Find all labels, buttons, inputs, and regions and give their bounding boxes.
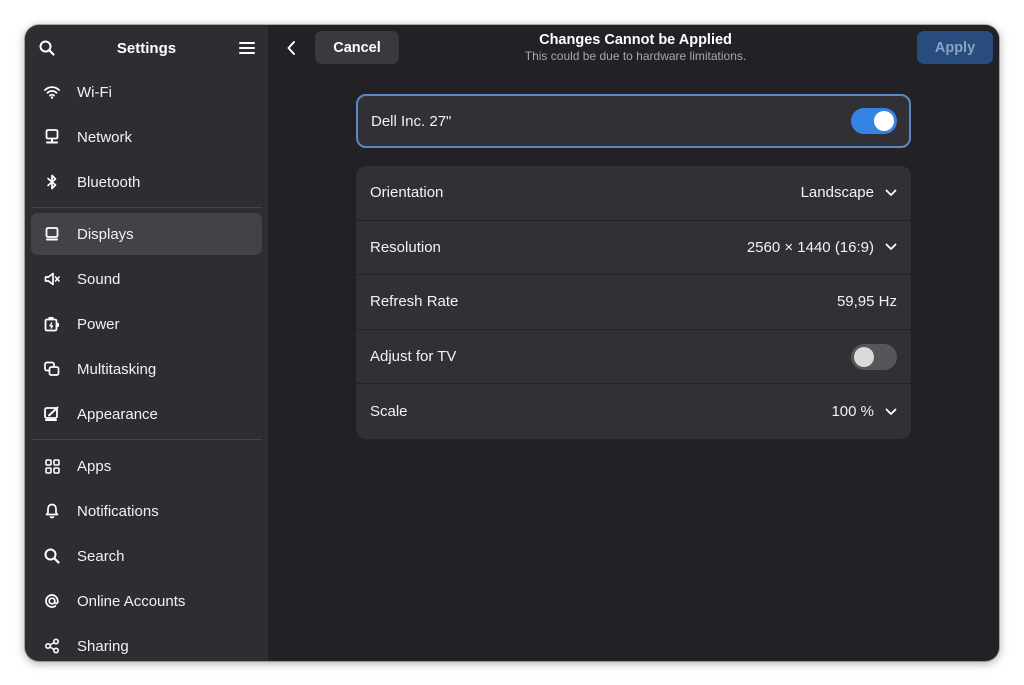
switch-knob xyxy=(874,111,894,131)
display-settings-list: Orientation Landscape Resolution 2560 × … xyxy=(356,166,911,439)
bluetooth-icon xyxy=(44,174,60,190)
wifi-icon xyxy=(44,84,60,100)
header-title-block: Changes Cannot be Applied This could be … xyxy=(268,32,999,64)
adjust-tv-row[interactable]: Adjust for TV xyxy=(356,330,911,385)
sidebar-separator xyxy=(31,439,262,440)
sidebar-item-label: Multitasking xyxy=(77,360,157,378)
power-icon xyxy=(44,316,60,332)
sidebar-item-power[interactable]: Power xyxy=(31,303,262,345)
search-icon xyxy=(44,548,60,564)
sidebar-item-appearance[interactable]: Appearance xyxy=(31,393,262,435)
sidebar: Settings Wi-Fi Network Bluetooth Display… xyxy=(25,25,268,661)
page-subtitle: This could be due to hardware limitation… xyxy=(524,49,747,63)
refresh-rate-label: Refresh Rate xyxy=(370,293,459,311)
monitor-name: Dell Inc. 27" xyxy=(371,112,452,130)
sidebar-item-label: Appearance xyxy=(77,405,158,423)
chevron-down-icon xyxy=(885,187,897,199)
orientation-value: Landscape xyxy=(800,184,874,202)
refresh-rate-value: 59,95 Hz xyxy=(836,293,897,311)
chevron-down-icon xyxy=(885,241,897,253)
orientation-dropdown[interactable]: Landscape xyxy=(801,184,897,201)
sidebar-item-label: Sound xyxy=(77,270,121,288)
search-button[interactable] xyxy=(32,33,62,63)
monitor-card: Dell Inc. 27" xyxy=(356,94,911,148)
orientation-row[interactable]: Orientation Landscape xyxy=(356,166,911,221)
adjust-tv-label: Adjust for TV xyxy=(370,348,457,366)
sidebar-separator xyxy=(31,207,262,208)
sidebar-item-label: Online Accounts xyxy=(77,592,186,610)
refresh-rate-display: 59,95 Hz xyxy=(837,293,897,310)
resolution-dropdown[interactable]: 2560 × 1440 (16:9) xyxy=(747,239,897,256)
speaker-icon xyxy=(44,271,60,287)
scale-dropdown[interactable]: 100 % xyxy=(831,403,897,420)
page-title: Changes Cannot be Applied xyxy=(539,32,732,48)
scale-row[interactable]: Scale 100 % xyxy=(356,384,911,439)
resolution-row[interactable]: Resolution 2560 × 1440 (16:9) xyxy=(356,221,911,276)
sidebar-item-label: Sharing xyxy=(77,637,129,655)
hamburger-menu-icon xyxy=(239,41,255,55)
sidebar-item-notifications[interactable]: Notifications xyxy=(31,490,262,532)
search-icon xyxy=(39,40,55,56)
switch-knob xyxy=(854,346,874,367)
resolution-value: 2560 × 1440 (16:9) xyxy=(746,238,874,256)
bell-icon xyxy=(44,503,60,519)
resolution-label: Resolution xyxy=(370,238,441,256)
display-icon xyxy=(44,226,60,242)
sidebar-item-sharing[interactable]: Sharing xyxy=(31,625,262,661)
sidebar-item-search[interactable]: Search xyxy=(31,535,262,577)
sidebar-item-apps[interactable]: Apps xyxy=(31,445,262,487)
sidebar-item-label: Notifications xyxy=(77,502,159,520)
sidebar-item-label: Power xyxy=(77,315,120,333)
orientation-label: Orientation xyxy=(370,184,444,202)
network-icon xyxy=(44,129,60,145)
sidebar-item-online-accounts[interactable]: Online Accounts xyxy=(31,580,262,622)
appearance-icon xyxy=(44,406,60,422)
multitasking-icon xyxy=(44,361,60,377)
apply-button[interactable]: Apply xyxy=(917,31,993,64)
sidebar-item-label: Search xyxy=(77,547,125,565)
settings-window: Settings Wi-Fi Network Bluetooth Display… xyxy=(25,25,999,661)
scale-label: Scale xyxy=(370,403,408,421)
share-icon xyxy=(44,638,60,654)
sidebar-item-label: Apps xyxy=(77,457,112,475)
sidebar-item-network[interactable]: Network xyxy=(31,116,262,158)
sidebar-item-wifi[interactable]: Wi-Fi xyxy=(31,71,262,113)
header-bar: Cancel Changes Cannot be Applied This co… xyxy=(268,25,999,71)
sidebar-header: Settings xyxy=(25,25,268,71)
sidebar-list: Wi-Fi Network Bluetooth Displays Sound P… xyxy=(25,71,268,661)
chevron-down-icon xyxy=(885,406,897,418)
sidebar-item-label: Wi-Fi xyxy=(77,83,112,101)
sidebar-item-label: Displays xyxy=(77,225,134,243)
refresh-rate-row: Refresh Rate 59,95 Hz xyxy=(356,275,911,330)
sidebar-item-label: Bluetooth xyxy=(77,173,141,191)
scale-value: 100 % xyxy=(831,403,874,421)
sidebar-item-displays[interactable]: Displays xyxy=(31,213,262,255)
sidebar-title: Settings xyxy=(116,39,177,57)
displays-panel: Cancel Changes Cannot be Applied This co… xyxy=(268,25,999,661)
at-sign-icon xyxy=(44,593,60,609)
main-menu-button[interactable] xyxy=(232,33,262,63)
sidebar-item-label: Network xyxy=(77,128,133,146)
monitor-enable-switch[interactable] xyxy=(851,108,897,134)
sidebar-item-bluetooth[interactable]: Bluetooth xyxy=(31,161,262,203)
apps-grid-icon xyxy=(44,458,60,474)
sidebar-item-sound[interactable]: Sound xyxy=(31,258,262,300)
adjust-tv-switch[interactable] xyxy=(851,343,897,370)
sidebar-item-multitasking[interactable]: Multitasking xyxy=(31,348,262,390)
